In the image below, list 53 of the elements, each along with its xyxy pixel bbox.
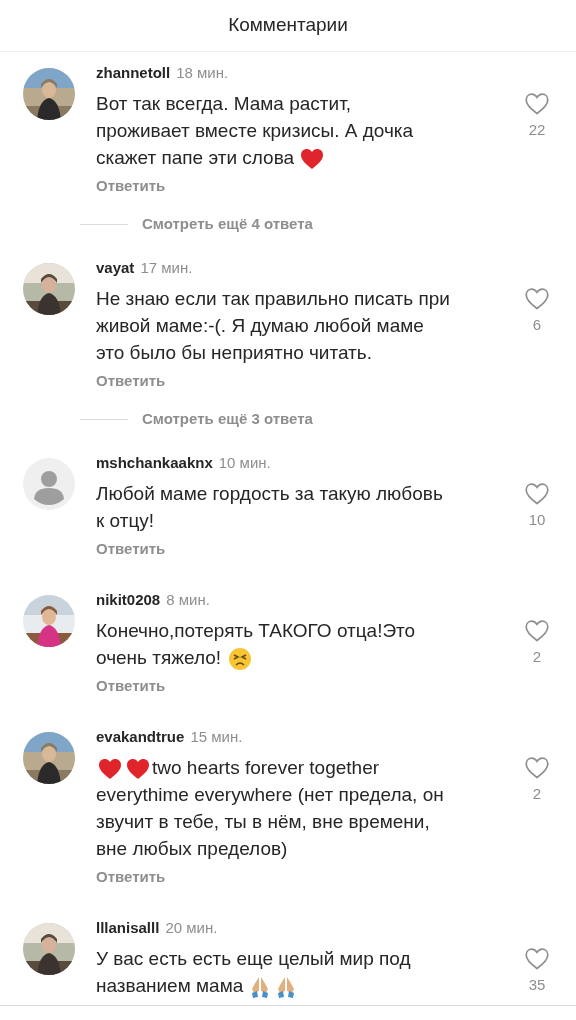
- heart-emoji-icon: [98, 757, 122, 780]
- comment-text: вне любых пределов): [96, 837, 288, 862]
- comment-text: two hearts forever together: [152, 756, 380, 781]
- default-avatar-icon: [23, 458, 75, 510]
- like-heart-icon[interactable]: [525, 483, 549, 505]
- comment-time: 20 мин.: [165, 917, 218, 938]
- like-heart-icon[interactable]: [525, 948, 549, 970]
- comment-text: Не знаю если так правильно писать при: [96, 287, 450, 312]
- tired-face-emoji-icon: [228, 646, 253, 671]
- reply-link[interactable]: Ответить: [96, 175, 166, 193]
- comment-text: У вас есть есть еще целый мир под: [96, 947, 411, 972]
- comment-time: 10 мин.: [218, 452, 271, 473]
- username[interactable]: nikit0208: [96, 588, 161, 612]
- comment-time: 17 мин.: [140, 257, 193, 278]
- like-count: 2: [532, 784, 542, 804]
- comment-text: к отцу!: [96, 509, 155, 534]
- comment-text: проживает вместе кризисы. А дочка: [96, 119, 414, 144]
- username[interactable]: mshchankaaknx: [96, 451, 213, 475]
- reply-link[interactable]: Ответить: [96, 675, 166, 693]
- username[interactable]: zhannetoll: [96, 61, 171, 85]
- heart-emoji-icon: [300, 147, 325, 170]
- comment-text: звучит в тебе, ты в нём, вне времени,: [96, 810, 430, 835]
- comment-text: everythime everywhere (нет предела, он: [96, 783, 444, 808]
- comment-text: живой маме:-(. Я думаю любой маме: [96, 314, 424, 339]
- like-count: 6: [532, 315, 542, 335]
- like-count: 10: [528, 510, 546, 530]
- comment-text: скажет папе эти слова: [96, 146, 295, 171]
- comment-time: 15 мин.: [190, 726, 243, 747]
- like-heart-icon[interactable]: [525, 93, 549, 115]
- view-replies-link[interactable]: Смотреть ещё 4 ответа: [142, 212, 313, 236]
- like-heart-icon[interactable]: [525, 288, 549, 310]
- comment-text: Вот так всегда. Мама растит,: [96, 92, 352, 117]
- reply-link[interactable]: Ответить: [96, 538, 166, 556]
- username[interactable]: evakandtrue: [96, 725, 185, 749]
- header-title: Комментарии: [228, 13, 348, 38]
- reply-link[interactable]: Ответить: [96, 370, 166, 388]
- like-heart-icon[interactable]: [525, 620, 549, 642]
- like-heart-icon[interactable]: [525, 757, 549, 779]
- heart-emoji-icon: [126, 757, 150, 780]
- comment-time: 18 мин.: [176, 62, 229, 83]
- comment-time: 8 мин.: [166, 589, 210, 610]
- comment-text: очень тяжело!: [96, 646, 222, 671]
- like-count: 22: [528, 120, 546, 140]
- username[interactable]: vayat: [96, 256, 135, 280]
- comment-text: Конечно,потерять ТАКОГО отца!Это: [96, 619, 416, 644]
- like-count: 35: [528, 975, 546, 995]
- comment-text: названием мама: [96, 974, 244, 999]
- like-count: 2: [532, 647, 542, 667]
- username[interactable]: lllanisalll: [96, 916, 160, 940]
- view-replies-link[interactable]: Смотреть ещё 3 ответа: [142, 407, 313, 431]
- reply-link[interactable]: Ответить: [96, 866, 166, 884]
- comment-text: это было бы неприятно читать.: [96, 341, 372, 366]
- comment-text: Любой маме гордость за такую любовь: [96, 482, 443, 507]
